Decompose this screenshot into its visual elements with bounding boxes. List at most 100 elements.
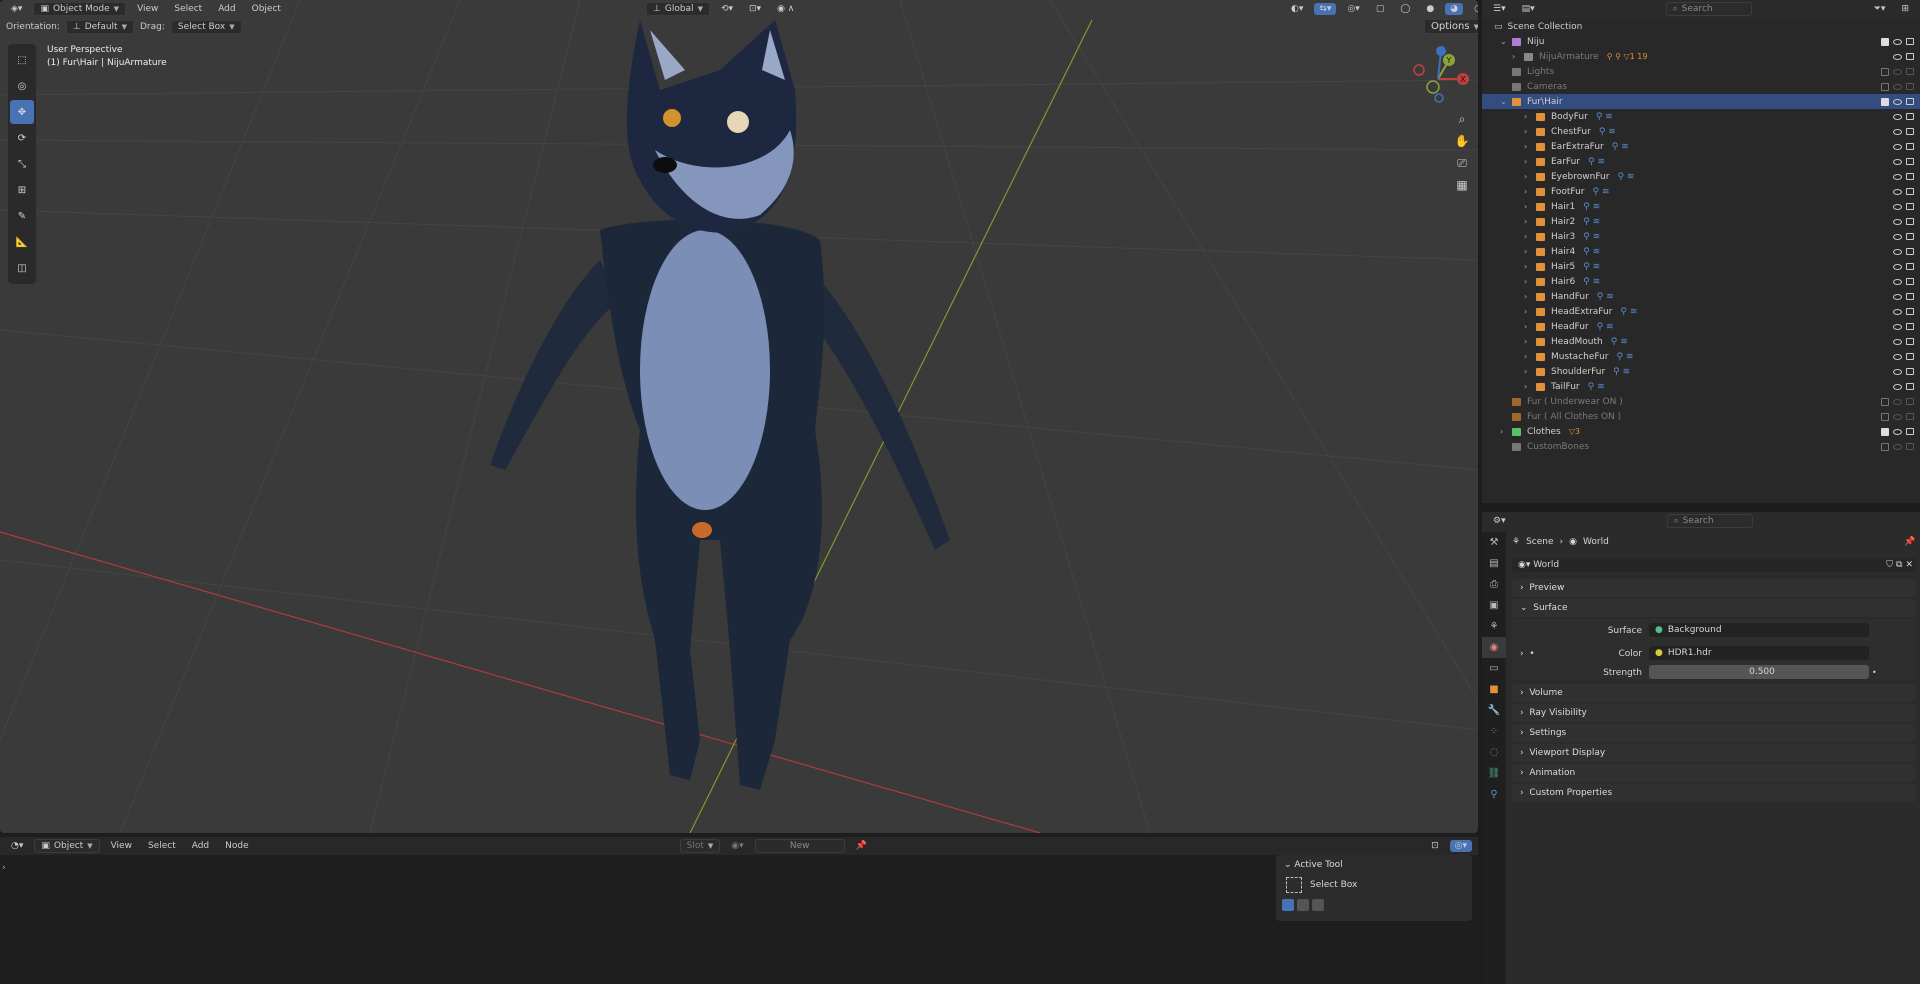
outliner-row[interactable]: › HandFur ⚲ ≋	[1482, 289, 1920, 304]
orientation-dropdown[interactable]: ⊥ Default ▼	[65, 20, 134, 34]
eye-icon[interactable]	[1893, 218, 1902, 225]
eye-icon[interactable]	[1893, 98, 1902, 105]
panel-custom-properties[interactable]: › Custom Properties	[1512, 784, 1916, 802]
eye-icon[interactable]	[1893, 128, 1902, 135]
editor-type-icon[interactable]: ◈▾	[6, 3, 27, 15]
menu-select[interactable]: Select	[143, 840, 181, 852]
sidebar-toggle-icon[interactable]: ›	[2, 863, 6, 873]
eye-icon[interactable]	[1893, 113, 1902, 120]
eye-icon[interactable]	[1893, 428, 1902, 435]
panel-viewport-display[interactable]: › Viewport Display	[1512, 744, 1916, 762]
camera-render-icon[interactable]	[1906, 38, 1914, 45]
menu-add[interactable]: Add	[213, 3, 240, 15]
world-datablock-selector[interactable]: ◉▾ World ⛉ ⧉ ✕	[1512, 558, 1916, 572]
outliner-row[interactable]: CustomBones	[1482, 439, 1920, 454]
camera-view-icon[interactable]: ⎚	[1452, 152, 1472, 174]
exclude-checkbox[interactable]	[1881, 427, 1889, 436]
outliner-row[interactable]: › EarExtraFur ⚲ ≋	[1482, 139, 1920, 154]
eye-icon[interactable]	[1893, 68, 1902, 75]
camera-render-icon[interactable]	[1906, 263, 1914, 270]
chevron-right-icon[interactable]: ›	[1524, 232, 1536, 241]
eye-icon[interactable]	[1893, 83, 1902, 90]
world-tab-icon[interactable]: ◉	[1482, 637, 1506, 658]
menu-view[interactable]: View	[106, 840, 137, 852]
outliner-row[interactable]: › ChestFur ⚲ ≋	[1482, 124, 1920, 139]
new-collection-icon[interactable]: ⊞	[1896, 3, 1914, 15]
camera-render-icon[interactable]	[1906, 173, 1914, 180]
camera-render-icon[interactable]	[1906, 143, 1914, 150]
solid-shading-icon[interactable]: ●	[1421, 3, 1439, 15]
eye-icon[interactable]	[1893, 338, 1902, 345]
chevron-right-icon[interactable]: ›	[1524, 262, 1536, 271]
outliner-row[interactable]: › TailFur ⚲ ≋	[1482, 379, 1920, 394]
chevron-down-icon[interactable]: ⌄	[1500, 97, 1512, 106]
output-tab-icon[interactable]: ⎙	[1482, 574, 1506, 595]
menu-node[interactable]: Node	[220, 840, 254, 852]
camera-render-icon[interactable]	[1906, 248, 1914, 255]
exclude-checkbox[interactable]	[1881, 82, 1889, 91]
area-divider[interactable]	[1482, 503, 1920, 508]
camera-render-icon[interactable]	[1906, 308, 1914, 315]
outliner-row[interactable]: › Hair3 ⚲ ≋	[1482, 229, 1920, 244]
eye-icon[interactable]	[1893, 38, 1902, 45]
camera-render-icon[interactable]	[1906, 218, 1914, 225]
panel-surface[interactable]: ⌄ Surface	[1512, 599, 1916, 617]
cursor-tool-icon[interactable]: ◎	[10, 74, 34, 98]
camera-render-icon[interactable]	[1906, 293, 1914, 300]
chevron-right-icon[interactable]: ›	[1524, 292, 1536, 301]
camera-render-icon[interactable]	[1906, 443, 1914, 450]
outliner-row[interactable]: › Hair5 ⚲ ≋	[1482, 259, 1920, 274]
shader-editor[interactable]: ◔▾ ▣ Object ▼ View Select Add Node Slot ▼ ◉…	[0, 837, 1478, 984]
outliner-row[interactable]: › Hair4 ⚲ ≋	[1482, 244, 1920, 259]
chevron-right-icon[interactable]: ›	[1524, 352, 1536, 361]
outliner-row[interactable]: › Hair1 ⚲ ≋	[1482, 199, 1920, 214]
navigation-gizmo[interactable]: X Y	[1405, 46, 1475, 106]
exclude-checkbox[interactable]	[1881, 442, 1889, 451]
outliner-row[interactable]: › EyebrownFur ⚲ ≋	[1482, 169, 1920, 184]
measure-tool-icon[interactable]: 📐	[10, 230, 34, 254]
outliner-row[interactable]: Fur ( All Clothes ON )	[1482, 409, 1920, 424]
unlink-icon[interactable]: ✕	[1905, 560, 1913, 570]
scale-tool-icon[interactable]: ⤡	[10, 152, 34, 176]
chevron-right-icon[interactable]: ›	[1524, 247, 1536, 256]
scene-collection-row[interactable]: ▭ Scene Collection	[1482, 19, 1920, 34]
chevron-right-icon[interactable]: ›	[1524, 382, 1536, 391]
camera-render-icon[interactable]	[1906, 413, 1914, 420]
camera-render-icon[interactable]	[1906, 323, 1914, 330]
camera-render-icon[interactable]	[1906, 338, 1914, 345]
fake-user-icon[interactable]: ⛉	[1886, 560, 1893, 570]
eye-icon[interactable]	[1893, 278, 1902, 285]
proportional-edit-icon[interactable]: ◉ ∧	[772, 3, 799, 15]
outliner-row[interactable]: Cameras	[1482, 79, 1920, 94]
camera-render-icon[interactable]	[1906, 68, 1914, 75]
mode-subtract-icon[interactable]	[1312, 899, 1324, 911]
overlays-icon[interactable]: ◎▾	[1342, 3, 1364, 15]
chevron-right-icon[interactable]: ›	[1524, 217, 1536, 226]
chevron-right-icon[interactable]: ›	[1524, 112, 1536, 121]
panel-animation[interactable]: › Animation	[1512, 764, 1916, 782]
outliner-search-input[interactable]: ⌕ Search	[1665, 2, 1752, 16]
outliner-row[interactable]: Fur ( Underwear ON )	[1482, 394, 1920, 409]
menu-view[interactable]: View	[132, 3, 163, 15]
chevron-right-icon[interactable]: ›	[1524, 187, 1536, 196]
chevron-right-icon[interactable]: ›	[1524, 277, 1536, 286]
camera-render-icon[interactable]	[1906, 188, 1914, 195]
chevron-right-icon[interactable]: ›	[1524, 157, 1536, 166]
camera-render-icon[interactable]	[1906, 128, 1914, 135]
mode-dropdown[interactable]: ▣ Object Mode ▼	[33, 2, 127, 16]
camera-render-icon[interactable]	[1906, 83, 1914, 90]
color-input-field[interactable]: ● HDR1.hdr	[1649, 646, 1869, 660]
outliner-row[interactable]: › Hair2 ⚲ ≋	[1482, 214, 1920, 229]
menu-add[interactable]: Add	[187, 840, 214, 852]
transform-orientation-dropdown[interactable]: ⊥ Global ▼	[646, 2, 710, 16]
outliner-row[interactable]: ⌄ Niju	[1482, 34, 1920, 49]
mode-extend-icon[interactable]	[1297, 899, 1309, 911]
chevron-right-icon[interactable]: ›	[1524, 367, 1536, 376]
eye-icon[interactable]	[1893, 308, 1902, 315]
exclude-checkbox[interactable]	[1881, 412, 1889, 421]
pan-hand-icon[interactable]: ✋	[1452, 130, 1472, 152]
camera-render-icon[interactable]	[1906, 353, 1914, 360]
editor-type-icon[interactable]: ◔▾	[6, 840, 28, 852]
keyframe-dot-icon[interactable]: •	[1872, 668, 1877, 677]
outliner-row[interactable]: › EarFur ⚲ ≋	[1482, 154, 1920, 169]
